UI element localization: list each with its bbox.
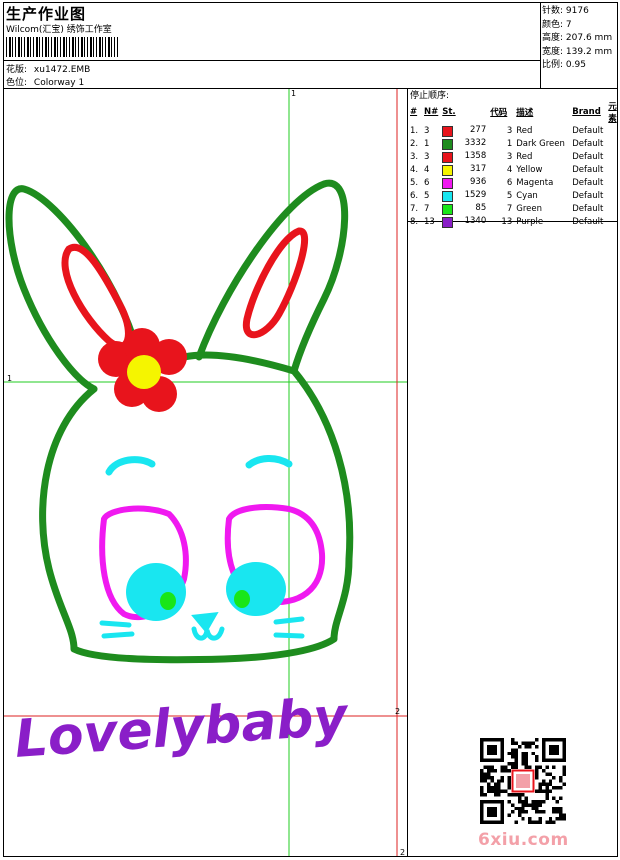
- table-row: 5. 6 936 6 Magenta Default: [410, 176, 604, 189]
- qr-code-icon: [480, 738, 566, 824]
- page-title: 生产作业图: [6, 5, 87, 23]
- colorway: Colorway 1: [33, 78, 85, 88]
- stat-stitches: 针数: 9176: [542, 6, 589, 16]
- guide-label-1: 1: [7, 374, 13, 383]
- colorway-row: 色位: Colorway 1: [6, 78, 85, 88]
- table-row: 6. 5 1529 5 Cyan Default: [410, 190, 604, 203]
- lettering-text: Lovelybaby: [13, 687, 352, 770]
- table-header-row: # N# St. 代码 描述 Brand 元素: [410, 102, 617, 124]
- table-row: 3. 3 1358 3 Red Default: [410, 150, 604, 163]
- divider: [540, 2, 541, 88]
- stat-scale: 比例: 0.95: [542, 60, 586, 70]
- color-swatch: [442, 191, 454, 203]
- color-swatch: [442, 125, 454, 137]
- table-row: 7. 7 85 7 Green Default: [410, 203, 604, 216]
- color-swatch: [442, 164, 454, 176]
- design-file: xu1472.EMB: [33, 65, 91, 75]
- stat-height: 高度: 207.6 mm: [542, 33, 613, 43]
- design-file-row: 花版: xu1472.EMB: [6, 65, 91, 75]
- eyes-icon: [126, 562, 286, 621]
- eyebrows-icon: [105, 455, 293, 476]
- guide-label-1: 1: [291, 89, 297, 98]
- watermark: 6xiu.com: [478, 830, 569, 850]
- table-row: 4. 4 317 4 Yellow Default: [410, 163, 604, 176]
- stats-panel: 针数: 9176 颜色: 7 高度: 207.6 mm 宽度: 139.2 mm…: [542, 5, 612, 73]
- color-swatch: [442, 177, 454, 189]
- stop-sequence-table: # N# St. 代码 描述 Brand 元素 1. 3 277 3 Red Defaul…: [408, 100, 620, 229]
- table-row: 1. 3 277 3 Red Default: [410, 124, 604, 137]
- color-swatch: [442, 138, 454, 150]
- guide-label-2: 2: [395, 707, 401, 716]
- divider: [3, 60, 540, 61]
- stat-width: 宽度: 139.2 mm: [542, 46, 613, 57]
- stat-colors: 颜色: 7: [542, 19, 572, 30]
- color-swatch: [442, 217, 454, 229]
- guide-label-2: 2: [400, 848, 406, 857]
- table-row: 8. 13 1340 13 Purple Default: [410, 216, 604, 229]
- color-swatch: [442, 151, 454, 163]
- inner-ears-icon: [61, 227, 309, 350]
- barcode: [6, 37, 118, 57]
- company-name: Wilcom(汇宝) 绣饰工作室: [6, 25, 112, 35]
- design-canvas: Lovelybaby: [4, 89, 407, 856]
- table-row: 2. 1 3332 1 Dark Green Default: [410, 137, 604, 150]
- color-swatch: [442, 204, 454, 216]
